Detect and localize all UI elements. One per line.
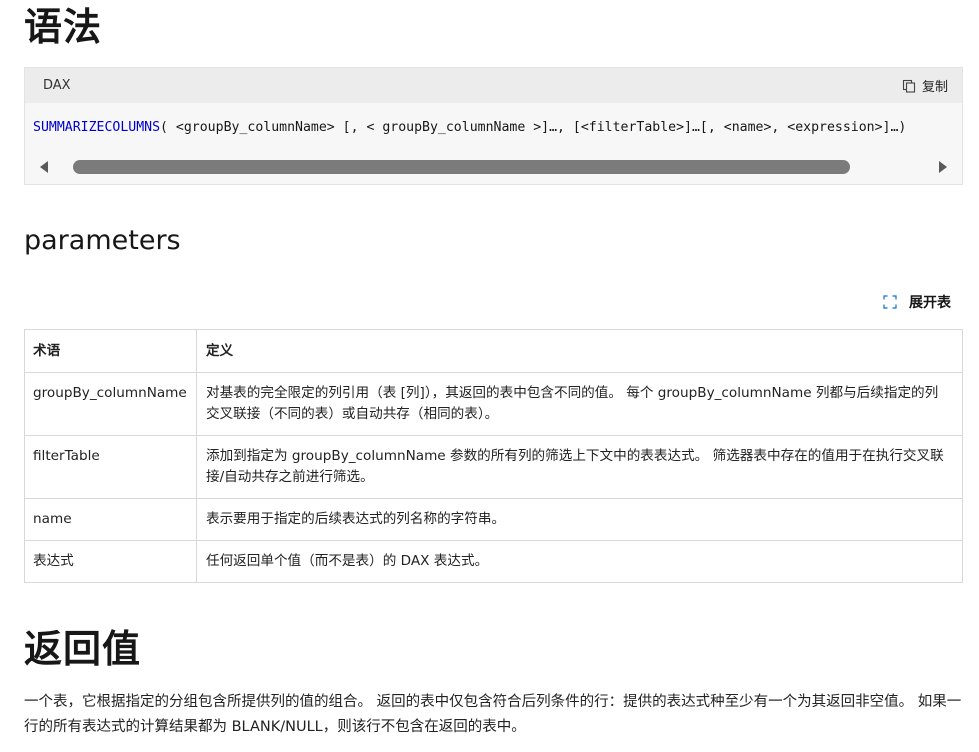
param-definition: 添加到指定为 groupBy_columnName 参数的所有列的筛选上下文中的… bbox=[196, 435, 963, 499]
column-header-definition: 定义 bbox=[196, 329, 963, 373]
table-row: groupBy_columnName 对基表的完全限定的列引用（表 [列]），其… bbox=[24, 372, 963, 436]
copy-button[interactable]: 复制 bbox=[902, 76, 948, 95]
code-content: SUMMARIZECOLUMNS( <groupBy_columnName> [… bbox=[25, 103, 962, 151]
code-function-name: SUMMARIZECOLUMNS bbox=[33, 119, 161, 135]
return-value-heading: 返回值 bbox=[24, 627, 142, 671]
code-arguments: ( <groupBy_columnName> [, < groupBy_colu… bbox=[160, 119, 907, 135]
code-block: DAX 复制 SUMMARIZECOLUMNS( <groupBy_column… bbox=[24, 67, 963, 185]
expand-icon bbox=[883, 295, 897, 309]
param-term: filterTable bbox=[24, 435, 197, 499]
scroll-left-arrow-icon[interactable] bbox=[37, 159, 51, 175]
param-term: 表达式 bbox=[24, 540, 197, 583]
scroll-thumb[interactable] bbox=[73, 160, 851, 174]
table-row: 表达式 任何返回单个值（而不是表）的 DAX 表达式。 bbox=[24, 540, 963, 583]
param-definition: 对基表的完全限定的列引用（表 [列]），其返回的表中包含不同的值。 每个 gro… bbox=[196, 372, 963, 436]
syntax-heading: 语法 bbox=[24, 5, 103, 49]
horizontal-scrollbar[interactable] bbox=[25, 150, 962, 184]
scroll-right-arrow-icon[interactable] bbox=[936, 159, 950, 175]
table-row: name 表示要用于指定的后续表达式的列名称的字符串。 bbox=[24, 498, 963, 541]
return-value-description: 一个表，它根据指定的分组包含所提供列的值的组合。 返回的表中仅包含符合后列条件的… bbox=[24, 694, 962, 735]
expand-table-button[interactable]: 展开表 bbox=[883, 292, 951, 312]
column-header-term: 术语 bbox=[24, 329, 197, 373]
parameters-heading: parameters bbox=[24, 225, 181, 256]
expand-table-label: 展开表 bbox=[909, 295, 951, 311]
table-row: filterTable 添加到指定为 groupBy_columnName 参数… bbox=[24, 435, 963, 499]
parameters-table: 术语 定义 groupBy_columnName 对基表的完全限定的列引用（表 … bbox=[24, 329, 963, 583]
param-definition: 表示要用于指定的后续表达式的列名称的字符串。 bbox=[196, 498, 963, 541]
code-header: DAX 复制 bbox=[25, 68, 962, 103]
param-term: name bbox=[24, 498, 197, 541]
copy-icon bbox=[902, 79, 916, 93]
param-term: groupBy_columnName bbox=[24, 372, 197, 436]
table-header-row: 术语 定义 bbox=[24, 329, 963, 373]
param-definition: 任何返回单个值（而不是表）的 DAX 表达式。 bbox=[196, 540, 963, 583]
code-language-label: DAX bbox=[43, 78, 71, 93]
scroll-track[interactable] bbox=[73, 160, 918, 174]
copy-label: 复制 bbox=[921, 80, 948, 95]
